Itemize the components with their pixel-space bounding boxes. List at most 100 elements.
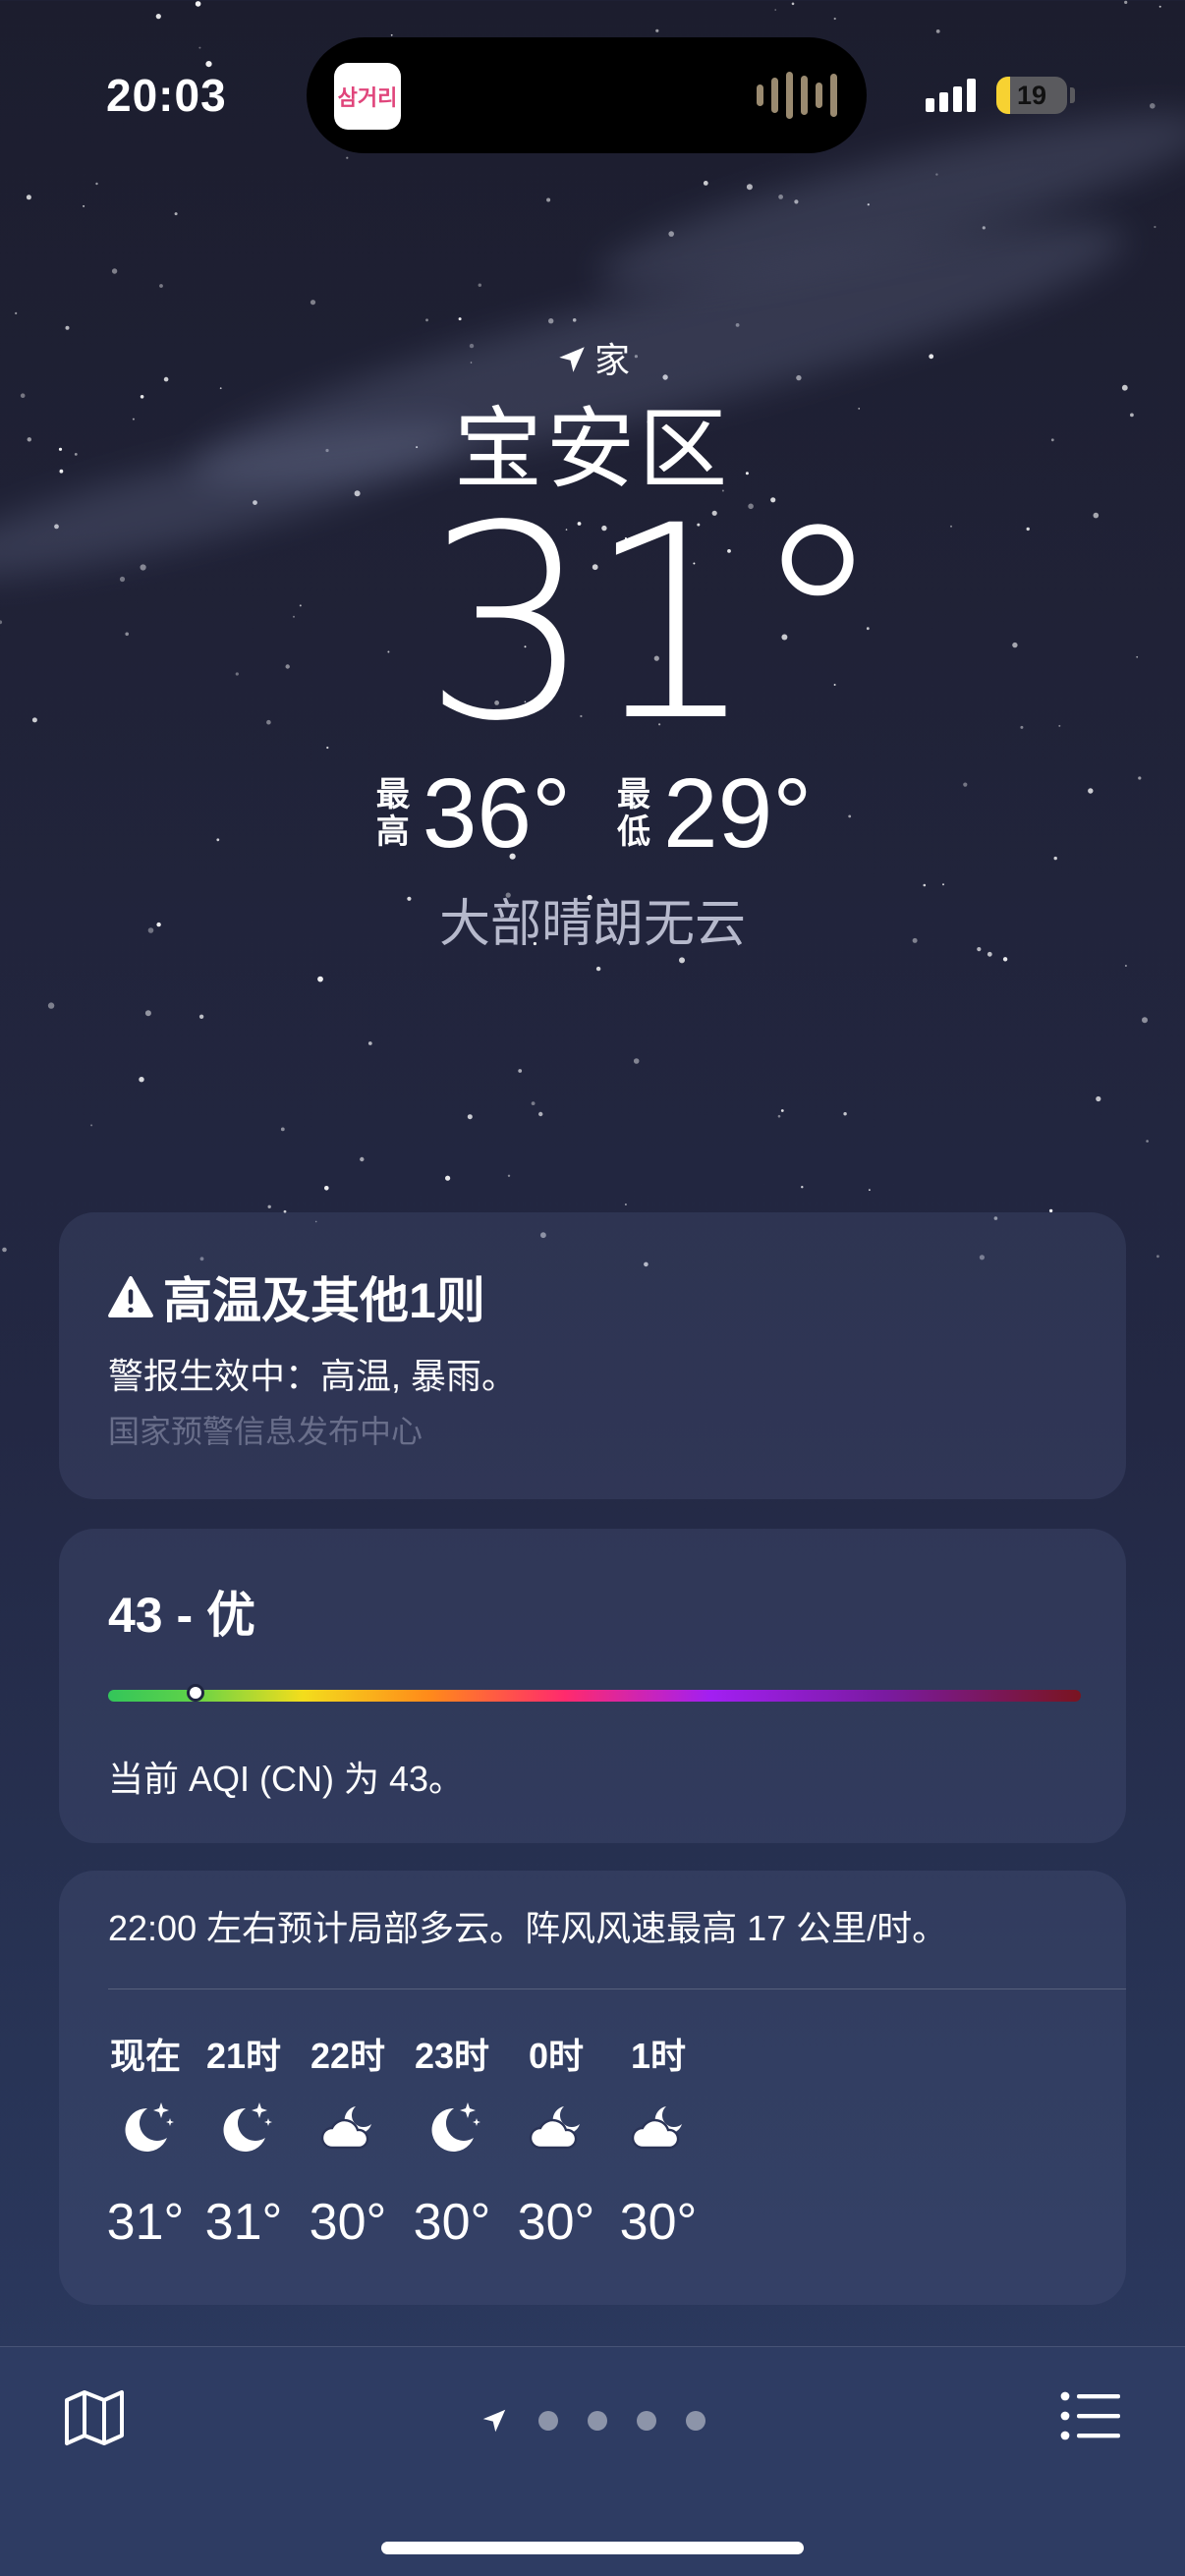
location-arrow-icon [559, 347, 585, 372]
bottom-toolbar [0, 2346, 1185, 2576]
star [425, 318, 428, 322]
star [65, 325, 70, 330]
star [195, 1, 201, 7]
star [285, 664, 290, 669]
hourly-time: 1时 [630, 2036, 687, 2076]
star [679, 957, 685, 964]
star [595, 966, 601, 972]
star [31, 717, 37, 723]
star [633, 1058, 640, 1064]
air-quality-card[interactable]: 43 - 优 当前 AQI (CN) 为 43。 [59, 1529, 1126, 1843]
star [266, 719, 271, 725]
low-label: 最低 [617, 776, 650, 851]
battery-level: 19 [1016, 81, 1047, 110]
star [1058, 724, 1061, 727]
star [538, 1111, 543, 1117]
island-app-icon[interactable]: 삼거리 [334, 63, 401, 130]
star [299, 604, 302, 607]
star [346, 156, 349, 159]
hourly-forecast-card[interactable]: 22:00 左右预计局部多云。阵风风速最高 17 公里/时。 现在 31° 21时 3… [59, 1871, 1126, 2305]
star [367, 1041, 372, 1045]
cellular-signal-icon [926, 79, 976, 112]
star [1157, 1255, 1159, 1259]
warning-icon [108, 1276, 153, 1317]
list-icon[interactable] [1059, 2388, 1122, 2443]
page-dot[interactable] [686, 2411, 705, 2431]
star [310, 300, 316, 306]
moon-stars-icon [421, 2097, 483, 2159]
star [317, 976, 323, 982]
hourly-temperature: 30° [619, 2194, 698, 2251]
star [1150, 103, 1156, 109]
alert-source: 国家预警信息发布中心 [108, 1414, 423, 1449]
moon-stars-icon [114, 2097, 177, 2159]
star [1012, 642, 1018, 648]
star [1020, 725, 1024, 729]
star [950, 525, 952, 528]
audio-wave-icon [757, 71, 837, 120]
low-temperature: 29° [663, 758, 813, 868]
weather-alert-card[interactable]: 高温及其他1则 警报生效中：高温, 暴雨。 国家预警信息发布中心 [59, 1212, 1126, 1499]
high-temperature: 36° [422, 758, 571, 868]
alert-body: 警报生效中：高温, 暴雨。 [108, 1356, 518, 1396]
star [801, 1186, 804, 1189]
star [1158, 5, 1161, 8]
star [843, 1112, 847, 1116]
star [1154, 225, 1157, 229]
page-dot[interactable] [637, 2411, 656, 2431]
aqi-description: 当前 AQI (CN) 为 43。 [108, 1759, 465, 1799]
star [360, 1156, 365, 1162]
star [546, 197, 551, 202]
star [326, 746, 329, 750]
star [2, 1247, 7, 1253]
star [140, 564, 146, 571]
star [144, 1010, 151, 1017]
battery-icon: 19 [996, 77, 1067, 114]
star [703, 181, 708, 186]
star [458, 317, 462, 321]
star [47, 1002, 55, 1009]
star [869, 1189, 871, 1192]
moon-stars-icon [212, 2097, 275, 2159]
page-dot[interactable] [538, 2411, 558, 2431]
star [1002, 957, 1008, 962]
star [205, 61, 212, 68]
battery-cap [1070, 87, 1075, 103]
star [791, 2, 795, 6]
location-badge-label: 家 [593, 340, 630, 380]
star [507, 1174, 511, 1178]
condition-text: 大部晴朗无云 [438, 896, 746, 953]
star [90, 1124, 93, 1127]
star [655, 28, 659, 32]
star [390, 33, 393, 36]
star [1136, 655, 1139, 658]
home-indicator[interactable] [381, 2542, 804, 2554]
location-arrow-icon[interactable] [480, 2406, 509, 2436]
cloud-moon-icon [316, 2097, 379, 2159]
star [1146, 1140, 1149, 1143]
star [119, 576, 126, 583]
star [1124, 0, 1128, 4]
star [324, 1186, 329, 1191]
star [780, 1109, 784, 1112]
aqi-scale-bar [108, 1690, 1081, 1702]
star [478, 283, 481, 287]
star [0, 620, 3, 625]
star [293, 615, 295, 618]
hourly-summary: 22:00 左右预计局部多云。阵风风速最高 17 公里/时。 [108, 1908, 948, 1948]
page-dot[interactable] [588, 2411, 607, 2431]
star [111, 268, 118, 274]
star [774, 9, 776, 11]
star [198, 46, 201, 49]
island-app-text: 삼거리 [337, 85, 398, 110]
page-indicator[interactable] [0, 2406, 1185, 2436]
star [125, 632, 129, 637]
star [746, 184, 753, 191]
star [139, 1077, 144, 1083]
cloud-moon-icon [627, 2097, 690, 2159]
star [280, 1127, 285, 1132]
alert-title: 高温及其他1则 [163, 1273, 485, 1328]
star [445, 1175, 451, 1181]
star [26, 195, 31, 200]
dynamic-island[interactable]: 삼거리 [307, 37, 867, 153]
